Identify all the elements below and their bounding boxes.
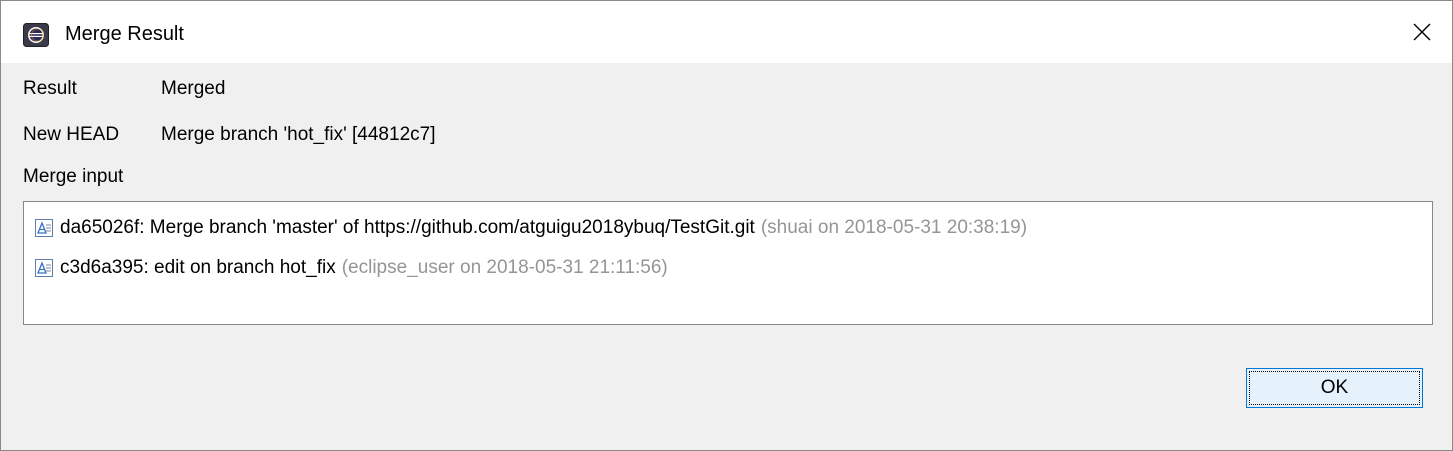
window-title: Merge Result — [65, 23, 184, 45]
merge-input-label: Merge input — [23, 166, 124, 187]
commit-meta: (eclipse_user on 2018-05-31 21:11:56) — [341, 257, 668, 278]
commit-text: c3d6a395: edit on branch hot_fix — [60, 257, 336, 278]
commit-text: da65026f: Merge branch 'master' of https… — [60, 217, 755, 238]
list-item[interactable]: da65026f: Merge branch 'master' of https… — [34, 214, 1027, 242]
list-item[interactable]: c3d6a395: edit on branch hot_fix (eclips… — [34, 254, 668, 282]
result-label: Result — [23, 78, 77, 99]
merge-result-dialog: Merge Result Result Merged New HEAD Merg… — [0, 0, 1453, 451]
title-bar[interactable]: Merge Result — [1, 1, 1452, 63]
commit-icon — [35, 259, 53, 277]
ok-button[interactable]: OK — [1246, 368, 1423, 408]
eclipse-icon — [23, 23, 49, 47]
new-head-value: Merge branch 'hot_fix' [44812c7] — [161, 124, 436, 145]
commit-meta: (shuai on 2018-05-31 20:38:19) — [760, 217, 1028, 238]
ok-button-label: OK — [1320, 377, 1349, 398]
close-button[interactable] — [1392, 1, 1452, 63]
commit-icon — [35, 219, 53, 237]
dialog-content: Result Merged New HEAD Merge branch 'hot… — [1, 63, 1452, 450]
new-head-label: New HEAD — [23, 124, 120, 145]
merge-input-list[interactable]: da65026f: Merge branch 'master' of https… — [23, 201, 1433, 325]
result-value: Merged — [161, 78, 226, 99]
close-icon — [1413, 23, 1431, 41]
